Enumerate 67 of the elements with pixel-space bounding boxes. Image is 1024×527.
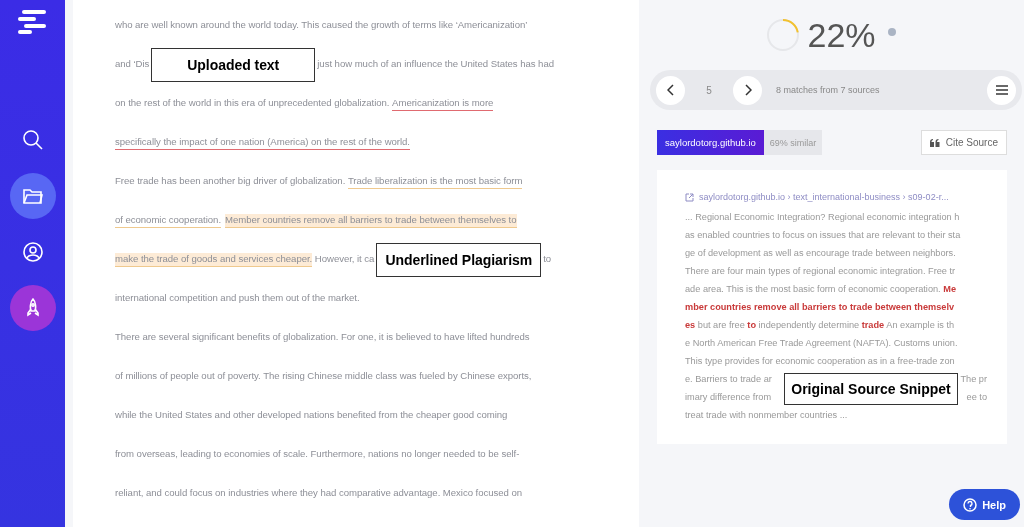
document-text: to — [543, 253, 552, 266]
plagiarism-match: of economic cooperation. — [115, 213, 221, 228]
document-text: and ‘Dis — [115, 58, 150, 71]
snippet-text: e. Barriers to trade ar — [685, 374, 772, 384]
annotation-label: Uploaded text — [151, 47, 316, 82]
document-text: who are well known around the world today. This caused the growth of terms like ‘Americanization’ — [115, 19, 528, 32]
snippet-text: ... Regional Economic Integration? Regional economic integration h — [685, 212, 960, 222]
search-icon — [21, 129, 44, 151]
chevron-right-icon — [743, 84, 752, 96]
document-text: just how much of an influence the United States has had — [317, 58, 554, 71]
snippet-text: There are four main types of regional economic integration. Free tr — [685, 266, 956, 276]
next-button[interactable] — [733, 75, 762, 105]
document-text: international competition and push them out of the market. — [115, 292, 360, 305]
matched-text: mber countries remove all barriers to trade between themselv — [685, 302, 955, 312]
plagiarism-match: Trade liberalization is the most basic form — [347, 174, 523, 189]
help-button[interactable]: Help — [949, 489, 1020, 520]
match-summary: 8 matches from 7 sources — [776, 85, 881, 95]
help-icon — [963, 497, 978, 512]
plagiarism-match: make the trade of goods and services cheaper. — [115, 252, 313, 267]
snippet-text: ee to — [966, 392, 987, 402]
snippet-text: imary difference from — [685, 392, 772, 402]
logo-icon — [17, 10, 48, 34]
rocket-button[interactable] — [9, 285, 56, 331]
cite-source-button[interactable]: Cite Source — [920, 130, 1007, 155]
snippet-text: ade area. This is the most basic form of economic cooperation. — [685, 284, 942, 294]
snippet-text: as enabled countries to focus on issues that are relevant to their sta — [685, 230, 961, 240]
snippet-text: e North American Free Trade Agreement (NAFTA). Customs union. — [685, 338, 958, 348]
quote-icon — [929, 138, 940, 147]
external-link-icon — [685, 192, 694, 202]
source-domain-tag: saylordotorg.github.io — [657, 130, 764, 155]
snippet-text: An example is th — [885, 320, 955, 330]
sidebar-button[interactable] — [9, 173, 56, 219]
snippet-text: independently determine — [757, 320, 861, 330]
plagiarism-match: Member countries remove all barriers to trade between themselves to — [225, 213, 517, 228]
document-text: of millions of people out of poverty. The rising Chinese middle class was fueled by Chinese exports, — [115, 370, 532, 383]
similarity-tag: 69% similar — [763, 130, 823, 155]
document-text: while the United States and other developed nations benefited from the cheaper good coming — [115, 409, 508, 422]
source-breadcrumb[interactable]: saylordotorg.github.io › text_international-business › s09-02-r... — [699, 192, 949, 202]
snippet-text: ge of development as well as encourage trade between neighbors. — [685, 248, 956, 258]
user-icon — [22, 242, 43, 262]
document-text: There are several significant benefits of globalization. For one, it is believed to have lifted hundreds — [115, 331, 530, 344]
chevron-left-icon — [666, 84, 675, 96]
plagiarism-match: Americanization is more — [392, 96, 494, 111]
rocket-icon — [24, 298, 41, 318]
plagiarism-match: specifically the impact of one nation (America) on the rest of the world. — [115, 135, 410, 150]
snippet-text: treat trade with nonmember countries ... — [685, 410, 848, 420]
snippet-text: This type provides for economic cooperation as in a free-trade zon — [685, 356, 955, 366]
matched-text: trade — [861, 320, 885, 330]
snippet-text: The pr — [960, 374, 987, 384]
document-text: reliant, and could focus on industries where they had comparative advantage. Mexico focused on — [115, 487, 522, 500]
previous-button[interactable] — [656, 75, 685, 105]
matched-text: es — [685, 320, 696, 330]
match-number: 5 — [705, 84, 713, 96]
similarity-score: 22% — [807, 15, 876, 55]
snippet-text: but are free — [696, 320, 746, 330]
document-text: Free trade has been another big driver of globalization. — [115, 175, 347, 188]
matched-text: to — [747, 320, 756, 330]
document-text: on the rest of the world in this era of unprecedented globalization. — [115, 97, 391, 110]
progress-ring — [765, 17, 802, 53]
menu-icon — [995, 85, 1008, 95]
folder-icon — [22, 188, 43, 204]
annotation-label: Original Source Snippet — [784, 373, 958, 405]
menu-button[interactable] — [987, 75, 1016, 105]
document-text: from overseas, leading to economies of scale. Furthermore, nations no longer needed to be self- — [115, 448, 520, 461]
document-text: However, it ca — [313, 253, 375, 266]
annotation-label: Underlined Plagiarism — [376, 242, 542, 277]
matched-text: Me — [943, 284, 956, 294]
